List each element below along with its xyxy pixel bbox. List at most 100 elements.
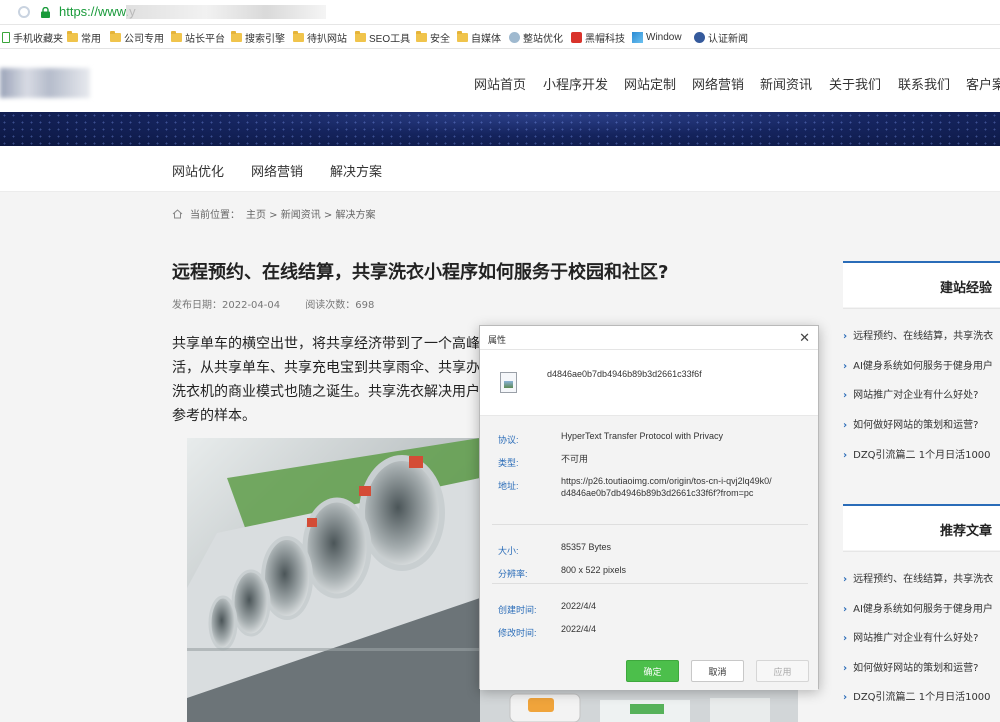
folder-icon [293,31,304,42]
nav-miniprogram[interactable]: 小程序开发 [543,74,608,93]
bookmark-folder[interactable]: 搜索引擎 [231,31,285,45]
nav-news[interactable]: 新闻资讯 [760,74,812,93]
bookmark-folder[interactable]: 站长平台 [171,31,225,45]
modified-label: 修改时间: [498,628,537,638]
chevron-right-icon: › [843,574,848,585]
bookmarks-bar: 手机收藏夹 常用 公司专用 站长平台 搜索引擎 待扒网站 SEO工具 安全 自媒… [0,25,1000,49]
site-logo[interactable] [0,68,90,98]
sidebar-link-label: 如何做好网站的策划和运营? [853,420,979,431]
bookmark-folder[interactable]: 公司专用 [110,31,164,45]
sidebar-section-title: 推荐文章 [939,524,992,539]
divider [843,551,1000,552]
nav-contact[interactable]: 联系我们 [898,74,950,93]
bookmark-label: SEO工具 [369,34,411,45]
address-label: 地址: [498,481,519,491]
bookmark-label: 公司专用 [124,34,164,45]
article-paragraph-line: 共享单车的横空出世，将共享经济带到了一个高峰 [172,336,480,352]
divider [492,524,808,525]
address-value-cont[interactable]: d4846ae0b7db4946b89b3d2661c33f6f?from=pc [561,487,753,499]
bookmark-label: 整站优化 [523,34,563,45]
nav-cases[interactable]: 客户案 [966,74,1000,93]
nav-custom-site[interactable]: 网站定制 [624,74,676,93]
sidebar-section-header: 建站经验 [843,261,1000,307]
breadcrumb: 当前位置： 主页 > 新闻资讯 > 解决方案 [172,206,375,221]
refresh-icon[interactable] [18,6,30,18]
address-value[interactable]: https://p26.toutiaoimg.com/origin/tos-cn… [561,475,772,487]
close-icon[interactable]: ✕ [799,330,810,346]
sidebar-link[interactable]: › DZQ引流篇二 1个月日活1000 [843,446,1000,461]
bookmark-label: 手机收藏夹 [13,34,63,45]
url-scheme: https://www. [59,4,130,19]
chevron-right-icon: › [843,331,848,342]
dialog-titlebar[interactable]: 属性 ✕ [480,326,818,350]
breadcrumb-path[interactable]: 主页 > 新闻资讯 > 解决方案 [246,206,375,221]
apply-button[interactable]: 应用 [756,660,809,682]
ok-button[interactable]: 确定 [626,660,679,682]
cancel-button[interactable]: 取消 [691,660,744,682]
nav-marketing[interactable]: 网络营销 [692,74,744,93]
sidebar-link-label: AI健身系统如何服务于健身用户 [853,361,993,372]
sidebar-link[interactable]: › AI健身系统如何服务于健身用户 [843,357,1000,372]
sidebar-link[interactable]: › 如何做好网站的策划和运营? [843,416,1000,431]
subnav-solutions[interactable]: 解决方案 [330,161,382,180]
sidebar-link-label: DZQ引流篇二 1个月日活1000 [853,692,991,703]
resolution-label: 分辨率: [498,569,528,579]
bookmark-folder[interactable]: 待扒网站 [293,31,347,45]
sidebar-link[interactable]: › 远程预约、在线结算，共享洗衣 [843,570,1000,585]
publish-date: 发布日期：2022-04-04 [172,300,281,311]
divider [843,308,1000,309]
divider [492,583,808,584]
view-count: 阅读次数：698 [305,300,375,311]
bookmark-folder[interactable]: SEO工具 [355,31,411,45]
subnav-marketing[interactable]: 网络营销 [251,161,303,180]
bookmark-folder[interactable]: 安全 [416,31,450,45]
sidebar-link-label: 远程预约、在线结算，共享洗衣 [853,331,994,342]
folder-icon [355,31,366,42]
dialog-properties: 协议: HyperText Transfer Protocol with Pri… [480,416,818,690]
lock-icon [41,7,50,18]
image-file-icon [500,372,517,393]
url-redacted [126,5,326,19]
bookmark-site[interactable]: 整站优化 [509,31,563,45]
sidebar-link[interactable]: › DZQ引流篇二 1个月日活1000 [843,688,1000,703]
bookmark-folder[interactable]: 常用 [67,31,101,45]
bookmark-site[interactable]: 认证新闻 [694,31,748,45]
sidebar-link[interactable]: › 网站推广对企业有什么好处? [843,629,1000,644]
article-meta: 发布日期：2022-04-04 阅读次数：698 [172,296,396,311]
bookmark-folder[interactable]: 自媒体 [457,31,501,45]
bookmark-mobile[interactable]: 手机收藏夹 [2,31,63,45]
nav-home[interactable]: 网站首页 [474,74,526,93]
article-image-continued [480,690,798,722]
sidebar-link-label: 网站推广对企业有什么好处? [853,390,979,401]
address-bar[interactable]: https://www.y [0,0,1000,25]
sidebar-section-header: 推荐文章 [843,504,1000,550]
bookmark-site[interactable]: Window [632,31,682,44]
sidebar-link[interactable]: › 如何做好网站的策划和运营? [843,659,1000,674]
article-image [187,438,480,722]
bookmark-label: 安全 [430,34,450,45]
phone-in-hand-photo [480,690,798,722]
phone-icon [2,32,10,43]
bookmark-site[interactable]: 黑帽科技 [571,31,625,45]
chevron-right-icon: › [843,420,848,431]
created-value: 2022/4/4 [561,601,597,611]
chevron-right-icon: › [843,633,848,644]
sidebar-link[interactable]: › AI健身系统如何服务于健身用户 [843,600,1000,615]
sidebar-link-label: 远程预约、在线结算，共享洗衣 [853,574,994,585]
sidebar-link[interactable]: › 远程预约、在线结算，共享洗衣 [843,327,1000,342]
subnav-seo[interactable]: 网站优化 [172,161,224,180]
folder-icon [67,31,78,42]
site-icon [571,32,582,43]
type-value: 不可用 [561,454,589,464]
url-text[interactable]: https://www.y [59,4,136,19]
size-value: 85357 Bytes [561,542,612,552]
modified-value: 2022/4/4 [561,624,597,634]
site-icon [694,32,705,43]
article-title: 远程预约、在线结算，共享洗衣小程序如何服务于校园和社区? [172,262,669,283]
size-label: 大小: [498,546,519,556]
nav-about[interactable]: 关于我们 [829,74,881,93]
created-label: 创建时间: [498,605,537,615]
windows-icon [632,32,643,43]
chevron-right-icon: › [843,450,848,461]
sidebar-link[interactable]: › 网站推广对企业有什么好处? [843,386,1000,401]
